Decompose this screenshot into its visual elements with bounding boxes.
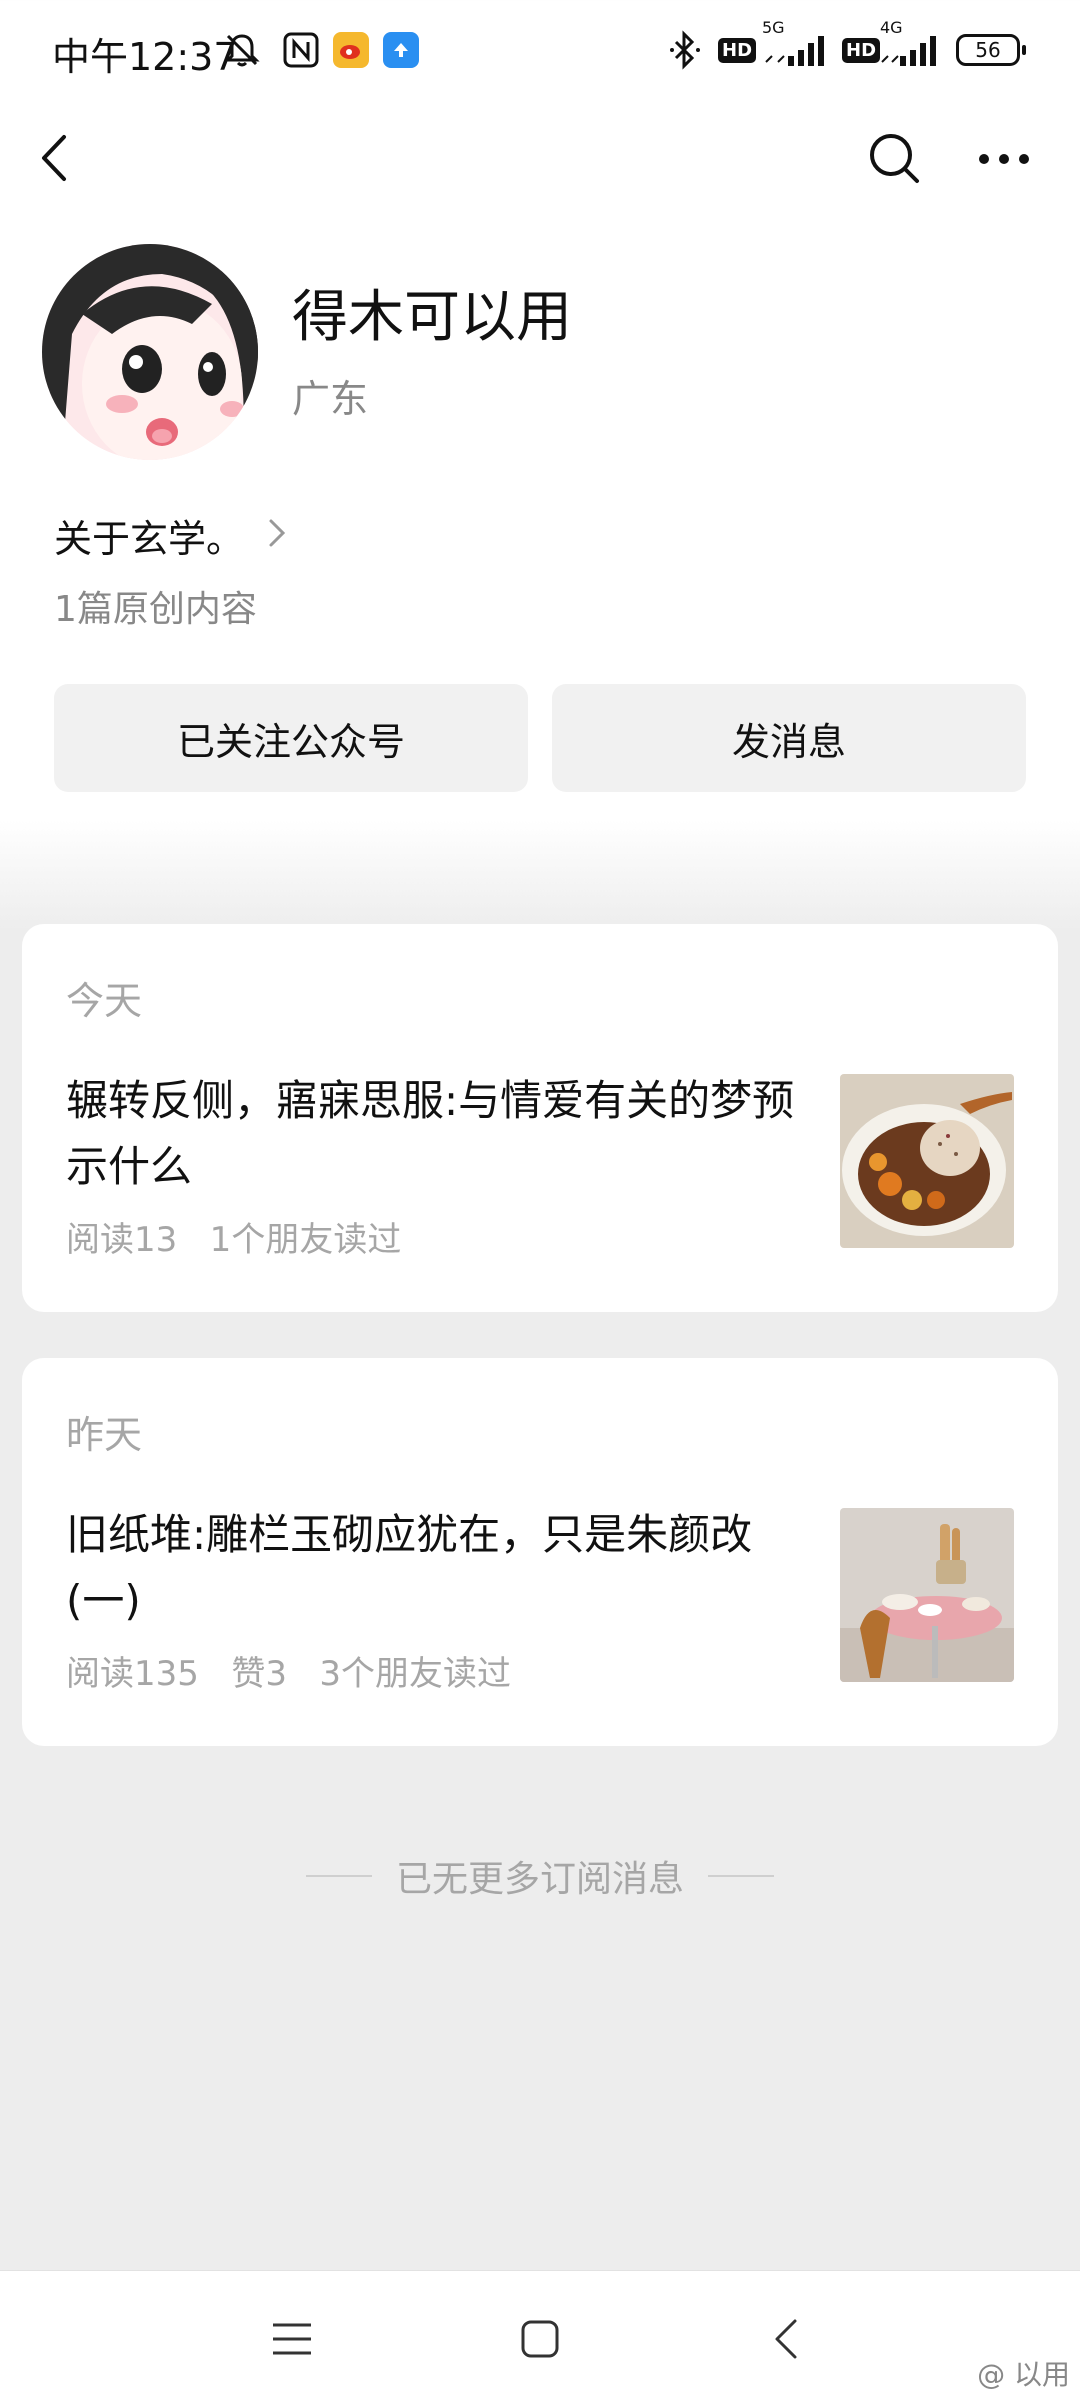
article-title[interactable]: 辗转反侧，寤寐思服:与情爱有关的梦预示什么 bbox=[66, 1068, 826, 1200]
divider bbox=[708, 1875, 774, 1877]
nfc-icon bbox=[282, 30, 320, 70]
article-title[interactable]: 旧纸堆:雕栏玉砌应犹在，只是朱颜改(一) bbox=[66, 1502, 826, 1634]
hd-badge-1: HD bbox=[718, 30, 757, 70]
more-button[interactable] bbox=[964, 120, 1044, 200]
signal-5g-icon: 5G bbox=[762, 18, 834, 70]
menu-icon bbox=[271, 2321, 313, 2361]
back-triangle-icon bbox=[773, 2317, 799, 2365]
article-thumbnail[interactable] bbox=[840, 1508, 1014, 1682]
status-time: 中午12:37 bbox=[52, 35, 238, 79]
back-icon bbox=[34, 133, 74, 187]
article-card[interactable]: 今天 辗转反侧，寤寐思服:与情爱有关的梦预示什么 阅读13 1个朋友读过 bbox=[22, 924, 1058, 1312]
send-message-button[interactable]: 发消息 bbox=[552, 684, 1026, 792]
profile-description: 关于玄学。 bbox=[54, 516, 245, 561]
system-back-button[interactable] bbox=[746, 2301, 826, 2381]
end-of-list-indicator: 已无更多订阅消息 bbox=[0, 1850, 1080, 1902]
article-date: 昨天 bbox=[66, 1413, 143, 1457]
profile-description-link[interactable]: 关于玄学。 bbox=[54, 510, 286, 561]
status-bar: 中午12:37 HD 5G HD 4G 56 bbox=[0, 0, 1080, 100]
weibo-app-icon bbox=[333, 32, 369, 68]
menu-button[interactable] bbox=[252, 2301, 332, 2381]
battery-indicator: 56 bbox=[956, 34, 1026, 66]
original-content-count: 1篇原创内容 bbox=[54, 589, 257, 630]
article-thumbnail[interactable] bbox=[840, 1074, 1014, 1248]
home-square-icon bbox=[520, 2319, 560, 2363]
search-icon bbox=[867, 131, 921, 189]
profile-region: 广东 bbox=[292, 377, 369, 421]
bluetooth-icon bbox=[668, 30, 702, 70]
profile-name: 得木可以用 bbox=[292, 285, 572, 350]
avatar[interactable] bbox=[42, 244, 258, 460]
upload-app-icon bbox=[383, 32, 419, 68]
article-date: 今天 bbox=[66, 979, 143, 1023]
top-nav bbox=[0, 120, 1080, 200]
watermark: @ 以用 bbox=[977, 2358, 1070, 2391]
mute-bell-icon bbox=[222, 30, 262, 70]
search-button[interactable] bbox=[854, 120, 934, 200]
hd-badge-2: HD bbox=[842, 30, 881, 70]
article-meta: 阅读135 赞3 3个朋友读过 bbox=[66, 1654, 512, 1694]
article-card[interactable]: 昨天 旧纸堆:雕栏玉砌应犹在，只是朱颜改(一) 阅读135 赞3 3个朋友读过 bbox=[22, 1358, 1058, 1746]
end-of-list-text: 已无更多订阅消息 bbox=[395, 1859, 684, 1900]
followed-button[interactable]: 已关注公众号 bbox=[54, 684, 528, 792]
signal-4g-icon: 4G bbox=[880, 18, 944, 70]
back-button[interactable] bbox=[14, 120, 94, 200]
system-nav-bar: @ 以用 bbox=[0, 2270, 1080, 2401]
home-button[interactable] bbox=[500, 2301, 580, 2381]
divider bbox=[305, 1875, 372, 1877]
more-icon bbox=[977, 151, 1031, 170]
article-meta: 阅读13 1个朋友读过 bbox=[66, 1220, 402, 1260]
chevron-right-icon bbox=[268, 518, 286, 552]
